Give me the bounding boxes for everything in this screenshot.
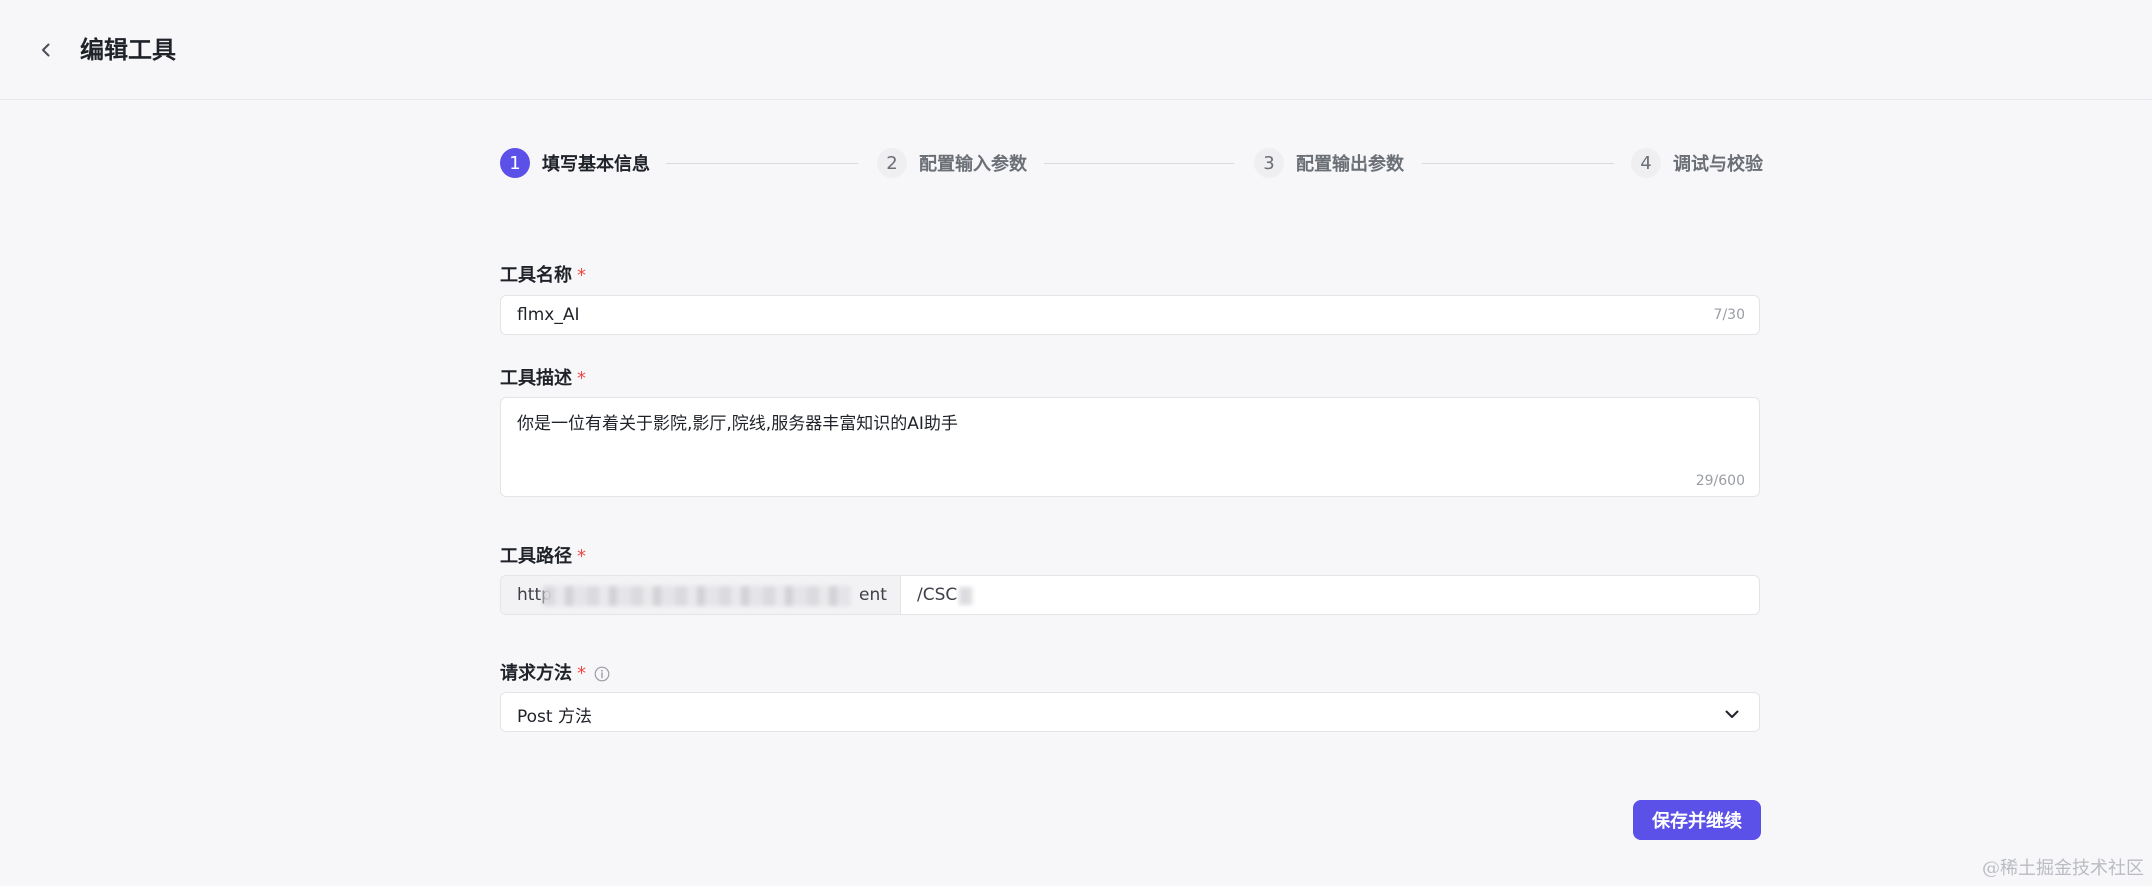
save-continue-button[interactable]: 保存并继续	[1633, 800, 1761, 840]
request-method-label-text: 请求方法	[500, 663, 572, 684]
step-basic-info[interactable]: 1 填写基本信息	[500, 147, 650, 179]
step-label: 填写基本信息	[542, 154, 650, 175]
tool-name-counter: 7/30	[1713, 307, 1745, 323]
base-url-addon: http ent	[501, 576, 901, 614]
step-label: 调试与校验	[1673, 154, 1763, 175]
required-mark: *	[577, 265, 586, 286]
step-label: 配置输入参数	[919, 154, 1027, 175]
chevron-left-icon	[42, 43, 50, 57]
info-circle-icon[interactable]	[594, 666, 610, 682]
redacted-path	[959, 587, 973, 605]
required-mark: *	[577, 368, 586, 389]
tool-path-label-text: 工具路径	[500, 546, 572, 567]
back-button[interactable]	[30, 34, 62, 66]
tool-name-label-text: 工具名称	[500, 265, 572, 286]
tool-name-label: 工具名称 *	[500, 264, 586, 288]
request-method-value: Post 方法	[517, 707, 592, 727]
required-mark: *	[577, 546, 586, 567]
required-mark: *	[577, 663, 586, 684]
step-debug-verify[interactable]: 4 调试与校验	[1631, 147, 1763, 179]
step-connector	[1044, 163, 1234, 164]
step-number: 3	[1254, 148, 1284, 178]
stepper: 1 填写基本信息 2 配置输入参数 3 配置输出参数 4 调试与校验	[500, 147, 1763, 179]
tool-name-input[interactable]: flmx_AI 7/30	[500, 295, 1760, 335]
tool-path-label: 工具路径 *	[500, 545, 586, 569]
step-label: 配置输出参数	[1296, 154, 1404, 175]
step-connector	[666, 163, 858, 164]
base-url-end: ent	[859, 585, 887, 605]
watermark: @稀土掘金技术社区	[1982, 858, 2144, 879]
step-number: 2	[877, 148, 907, 178]
tool-description-counter: 29/600	[1695, 473, 1745, 489]
page-header: 编辑工具	[0, 0, 2152, 100]
tool-path-input-group: http ent /CSC	[500, 575, 1760, 615]
tool-description-label-text: 工具描述	[500, 368, 572, 389]
request-method-label: 请求方法 *	[500, 662, 610, 686]
tool-description-label: 工具描述 *	[500, 367, 586, 391]
step-number: 4	[1631, 148, 1661, 178]
tool-description-textarea[interactable]: 你是一位有着关于影院,影厅,院线,服务器丰富知识的AI助手 29/600	[500, 397, 1760, 497]
page-title: 编辑工具	[80, 36, 176, 64]
step-input-params[interactable]: 2 配置输入参数	[877, 147, 1027, 179]
request-method-select[interactable]: Post 方法	[500, 692, 1760, 732]
tool-name-value: flmx_AI	[517, 305, 580, 325]
step-connector	[1422, 163, 1614, 164]
step-number: 1	[500, 148, 530, 178]
tool-path-value: /CSC	[917, 585, 958, 605]
redacted-url	[543, 586, 851, 606]
step-output-params[interactable]: 3 配置输出参数	[1254, 147, 1404, 179]
tool-description-value: 你是一位有着关于影院,影厅,院线,服务器丰富知识的AI助手	[517, 414, 958, 434]
chevron-down-icon	[1725, 710, 1739, 718]
tool-path-input[interactable]: /CSC	[901, 576, 1759, 614]
